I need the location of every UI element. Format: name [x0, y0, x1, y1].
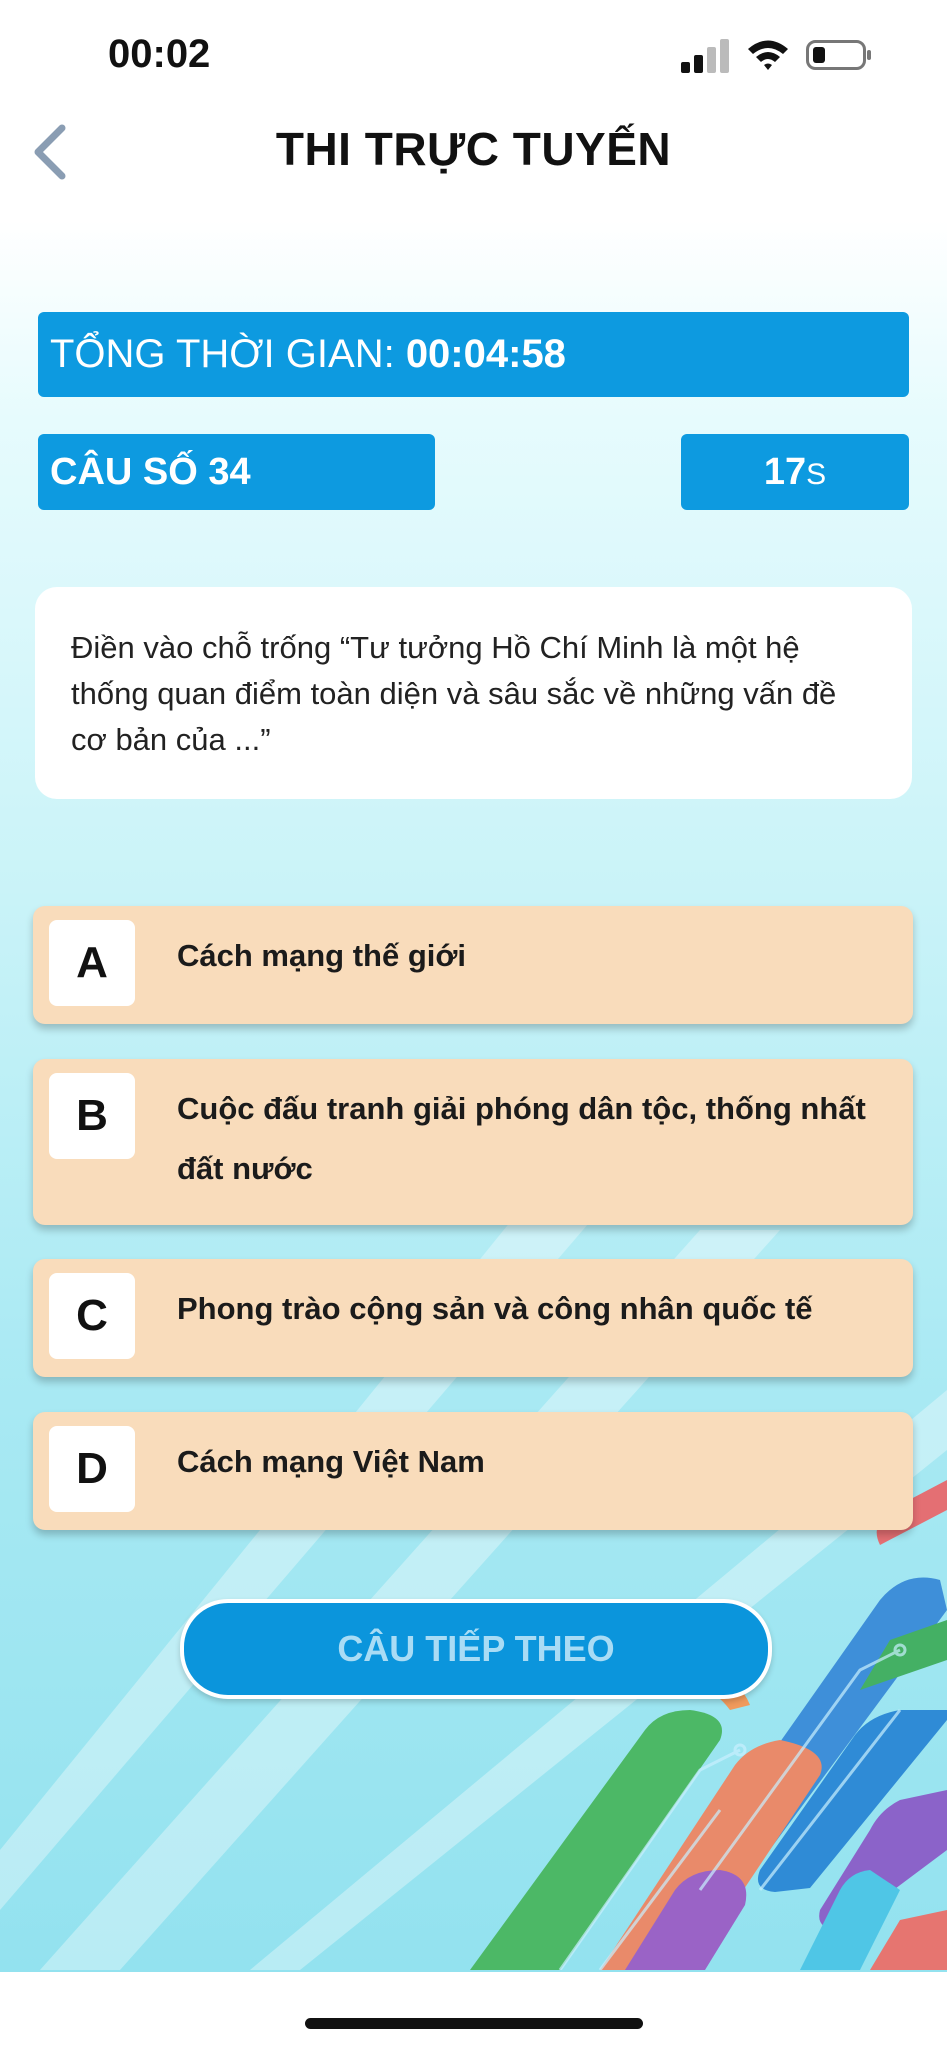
option-d[interactable]: D Cách mạng Việt Nam [33, 1412, 913, 1530]
option-text: Cách mạng Việt Nam [177, 1444, 485, 1479]
question-countdown: 17S [681, 434, 909, 510]
option-letter: B [49, 1073, 135, 1159]
cellular-signal-icon [681, 39, 729, 73]
option-letter: D [49, 1426, 135, 1512]
countdown-unit: S [806, 458, 827, 491]
next-question-button[interactable]: CÂU TIẾP THEO [180, 1599, 772, 1699]
status-bar: 00:02 [0, 0, 947, 110]
total-time-bar: TỔNG THỜI GIAN: 00:04:58 [38, 312, 909, 397]
battery-icon [806, 40, 871, 70]
page-title: THI TRỰC TUYẾN [275, 123, 672, 175]
option-text: Phong trào cộng sản và công nhân quốc tế [177, 1291, 813, 1326]
question-text: Điền vào chỗ trống “Tư tưởng Hồ Chí Minh… [71, 630, 837, 757]
option-text: Cuộc đấu tranh giải phóng dân tộc, thống… [177, 1091, 866, 1186]
option-b[interactable]: B Cuộc đấu tranh giải phóng dân tộc, thố… [33, 1059, 913, 1225]
option-c[interactable]: C Phong trào cộng sản và công nhân quốc … [33, 1259, 913, 1377]
option-a[interactable]: A Cách mạng thế giới [33, 906, 913, 1024]
home-indicator[interactable] [305, 2018, 643, 2029]
question-number: CÂU SỐ 34 [38, 434, 435, 510]
total-time-label: TỔNG THỜI GIAN: [50, 332, 406, 376]
wifi-icon [748, 40, 788, 70]
total-time-value: 00:04:58 [405, 332, 566, 376]
countdown-seconds: 17 [763, 451, 807, 493]
home-indicator-area [0, 1972, 947, 2048]
status-time: 00:02 [108, 32, 211, 76]
option-text: Cách mạng thế giới [177, 938, 467, 973]
question-card: Điền vào chỗ trống “Tư tưởng Hồ Chí Minh… [35, 587, 912, 799]
option-letter: C [49, 1273, 135, 1359]
option-letter: A [49, 920, 135, 1006]
